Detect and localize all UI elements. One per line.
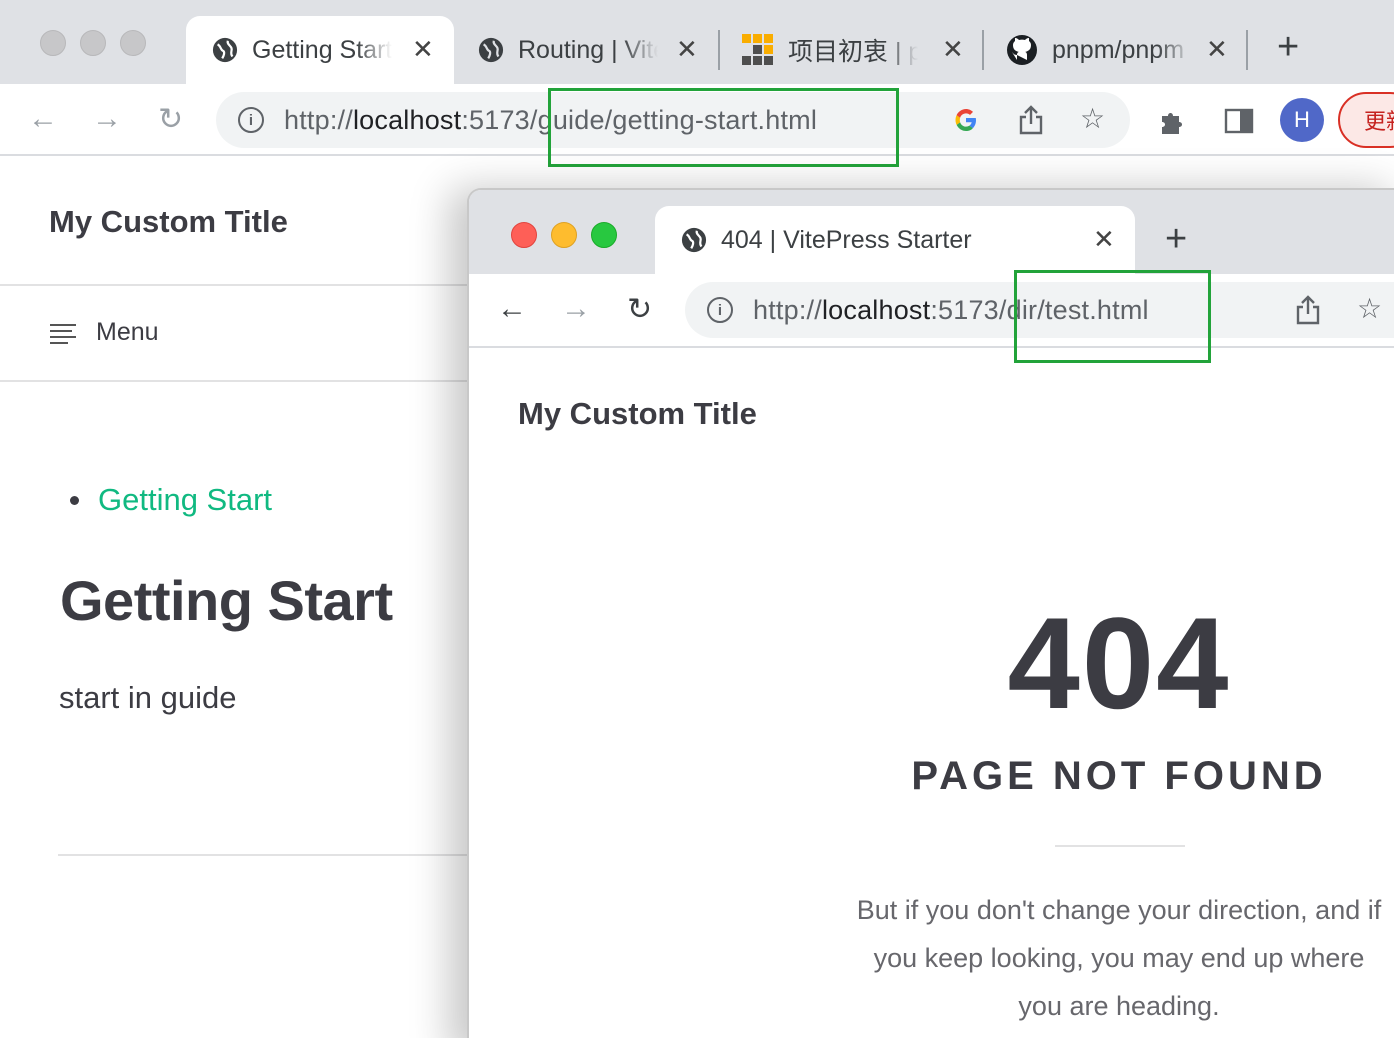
bookmark-star-icon[interactable]: ☆ [1080,102,1105,135]
front-tab-strip: 404 | VitePress Starter ✕ + [469,190,1394,274]
page-paragraph: start in guide [59,680,237,715]
new-tab-button[interactable]: + [1165,218,1187,261]
zoom-window-button[interactable] [120,30,146,56]
close-window-button[interactable] [511,222,537,248]
menu-icon[interactable] [50,324,76,344]
page-heading: Getting Start [60,569,393,632]
close-tab-icon[interactable]: ✕ [412,34,434,65]
side-panel-icon[interactable] [1224,108,1254,134]
pnpm-logo-icon [742,34,773,65]
site-title[interactable]: My Custom Title [518,396,757,432]
site-info-icon[interactable]: i [238,107,264,133]
window-controls [511,222,617,248]
menu-button-label[interactable]: Menu [96,318,159,347]
tab-separator [982,30,984,70]
tab-404[interactable]: 404 | VitePress Starter ✕ [655,206,1135,274]
close-tab-icon[interactable]: ✕ [676,34,698,65]
tab-title: 项目初衷 | pnpm [788,38,918,66]
update-button[interactable]: 更新 [1338,92,1394,148]
extensions-puzzle-icon[interactable] [1158,106,1190,138]
globe-icon [478,37,504,63]
back-arrow-icon[interactable]: ← [497,292,527,326]
toc-link-getting-start[interactable]: Getting Start [70,482,272,518]
profile-avatar[interactable]: H [1280,98,1324,142]
close-window-button[interactable] [40,30,66,56]
back-tab-strip: Getting Start ✕ Routing | VitePress ✕ 项目… [0,0,1394,84]
error-title: PAGE NOT FOUND [911,754,1327,798]
error-divider [1055,845,1185,847]
tab-title: pnpm/pnpm [1052,35,1185,64]
toc-link-label[interactable]: Getting Start [98,482,272,518]
google-lens-icon[interactable] [952,106,980,134]
tab-title: 404 | VitePress Starter [721,225,972,254]
url-path-highlight-box [1014,270,1211,363]
github-icon [1007,35,1037,65]
close-tab-icon[interactable]: ✕ [1206,34,1228,65]
back-arrow-icon[interactable]: ← [28,102,58,136]
minimize-window-button[interactable] [80,30,106,56]
bullet-icon [70,495,79,505]
tab-title: Routing | VitePress [518,35,658,64]
window-controls [40,30,146,56]
bookmark-star-icon[interactable]: ☆ [1357,292,1382,325]
site-title[interactable]: My Custom Title [49,204,288,240]
front-toolbar: ← → ↻ i http://localhost:5173/dir/test.h… [469,274,1394,348]
globe-icon [681,227,707,253]
tab-separator [718,30,720,70]
reload-icon[interactable]: ↻ [158,102,183,137]
tab-github-pnpm[interactable]: pnpm/pnpm ✕ [1004,16,1242,84]
share-icon[interactable] [1295,294,1321,326]
forward-arrow-icon[interactable]: → [92,102,122,136]
local-nav-bar: Menu [0,286,470,382]
zoom-window-button[interactable] [591,222,617,248]
tab-separator [1246,30,1248,70]
close-tab-icon[interactable]: ✕ [942,34,964,65]
tab-getting-start[interactable]: Getting Start ✕ [186,16,454,84]
close-tab-icon[interactable]: ✕ [1093,224,1115,255]
tab-pnpm-docs[interactable]: 项目初衷 | pnpm ✕ [740,16,980,84]
content-divider [58,854,470,856]
minimize-window-button[interactable] [551,222,577,248]
error-quote: But if you don't change your direction, … [856,895,1382,1021]
new-tab-button[interactable]: + [1277,26,1299,69]
reload-icon[interactable]: ↻ [627,292,652,327]
share-icon[interactable] [1018,104,1044,136]
tab-title: Getting Start [252,35,392,64]
error-code: 404 [1007,590,1231,736]
forward-arrow-icon[interactable]: → [561,292,591,326]
site-info-icon[interactable]: i [707,297,733,323]
front-browser-window: 404 | VitePress Starter ✕ + ← → ↻ i http… [467,188,1394,1038]
tab-routing[interactable]: Routing | VitePress ✕ [476,16,716,84]
globe-icon [212,37,238,63]
url-path-highlight-box [548,88,899,167]
back-site-navbar: My Custom Title [0,158,470,286]
